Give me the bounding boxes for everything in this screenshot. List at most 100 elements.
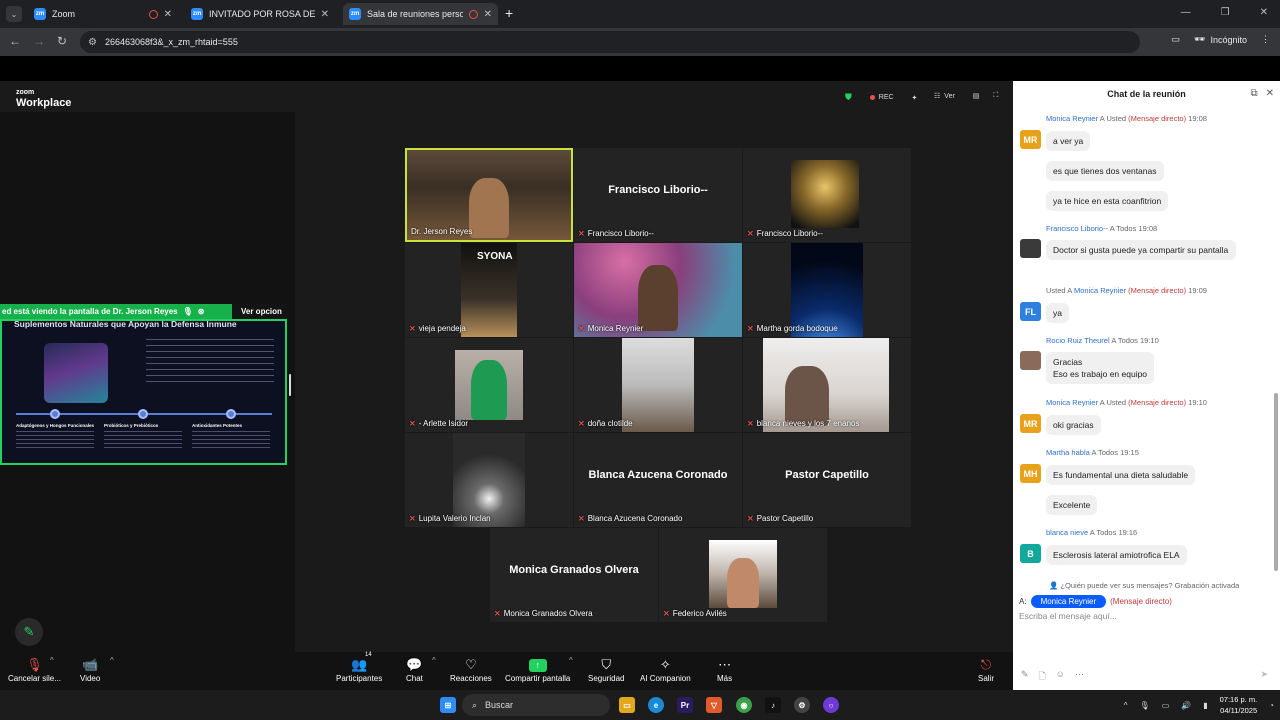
browser-tab-invitado[interactable]: zm INVITADO POR ROSA DE PAZ ✕ — [185, 3, 335, 25]
annotate-pencil-icon[interactable]: ✎ — [15, 618, 43, 646]
muted-mic-icon: ⨯ — [494, 609, 501, 618]
message-bubble: oki gracias — [1046, 415, 1101, 435]
browser-tab-sala[interactable]: zm Sala de reuniones personal ✕ — [343, 3, 498, 25]
chrome-browser-icon[interactable]: ◉ — [736, 697, 752, 713]
participant-tile[interactable]: SYONA ⨯ vieja pendeja — [405, 243, 573, 337]
address-bar[interactable]: ⚙ 266463068f3&_x_zm_rhtaid=555 — [80, 31, 1140, 53]
brave-browser-icon[interactable]: ▽ — [706, 697, 722, 713]
participant-tile[interactable]: ⨯ Francisco Liborio-- — [743, 148, 911, 242]
more-button[interactable]: ⋯ Más — [717, 656, 732, 683]
maximize-icon[interactable]: ❐ — [1221, 7, 1230, 18]
site-info-icon[interactable]: ⚙ — [88, 37, 97, 48]
app-icon[interactable]: ⚙ — [794, 697, 810, 713]
file-icon[interactable]: 🗋 — [1039, 669, 1046, 685]
sender-name[interactable]: Monica Reynier — [1046, 114, 1098, 123]
view-grid-icon[interactable]: ☷ — [934, 92, 940, 100]
share-screen-button[interactable]: ↑ Compartir pantalla — [505, 656, 570, 683]
send-icon[interactable]: ➤ — [1260, 669, 1268, 680]
incognito-profile[interactable]: 🕶 Incógnito — [1194, 34, 1247, 45]
participants-button[interactable]: 👥 14 Participantes — [336, 652, 382, 683]
chat-button[interactable]: 💬 Chat — [406, 656, 423, 683]
fullscreen-icon[interactable]: ⛶ — [993, 92, 998, 100]
reload-icon[interactable]: ↻ — [57, 35, 67, 47]
sender-name[interactable]: Monica Reynier — [1046, 398, 1098, 407]
participant-tile[interactable]: ⨯ blanca nieves y los 7 enanos — [743, 338, 911, 432]
tray-chevron-icon[interactable]: ^ — [1124, 701, 1128, 710]
microphone-icon[interactable]: 🎙 — [1140, 701, 1150, 710]
slide-paragraph — [146, 339, 274, 383]
participant-tile[interactable]: Monica Granados Olvera ⨯ Monica Granados … — [490, 528, 658, 622]
view-options-button[interactable]: Ver opcion — [232, 304, 288, 319]
new-tab-button[interactable]: + — [505, 6, 513, 20]
participant-tile[interactable]: ⨯ Federico Avilés — [659, 528, 827, 622]
recipient-name[interactable]: Monica Reynier — [1074, 286, 1126, 295]
rec-label[interactable]: REC — [879, 94, 894, 101]
taskbar-search[interactable]: ⌕ Buscar — [462, 694, 610, 716]
name-text: vieja pendeja — [418, 324, 466, 333]
participant-tile[interactable]: ⨯ doña clotilde — [574, 338, 742, 432]
muted-mic-icon: ⨯ — [409, 324, 416, 333]
close-tab-icon[interactable]: ✕ — [321, 9, 329, 20]
popout-icon[interactable]: ⧉ — [1250, 88, 1257, 99]
windows-start-icon[interactable]: ⊞ — [440, 697, 456, 713]
sender-name[interactable]: Francisco Liborio-- — [1046, 224, 1108, 233]
immersive-icon[interactable]: ▤ — [973, 92, 980, 100]
close-window-icon[interactable]: ✕ — [1260, 7, 1268, 18]
start-video-button[interactable]: 📹 Video — [80, 656, 100, 683]
leave-button[interactable]: ⎋ Salir — [978, 656, 994, 683]
panel-resize-handle[interactable] — [289, 374, 291, 396]
more-options-icon[interactable]: ⋯ — [1075, 669, 1084, 685]
sender-name[interactable]: Martha habla — [1046, 448, 1090, 457]
participant-tile[interactable]: Pastor Capetillo ⨯ Pastor Capetillo — [743, 433, 911, 527]
app-icon[interactable]: ○ — [823, 697, 839, 713]
video-options-chevron-icon[interactable]: ^ — [110, 656, 114, 665]
participant-tile[interactable]: Francisco Liborio-- ⨯ Francisco Liborio-- — [574, 148, 742, 242]
network-icon[interactable]: ▭ — [1162, 701, 1170, 710]
participant-tile[interactable]: ⨯ Monica Reynier — [574, 243, 742, 337]
video-feed — [791, 243, 863, 337]
emoji-icon[interactable]: ☺ — [1056, 669, 1065, 685]
close-tab-icon[interactable]: ✕ — [164, 9, 172, 20]
message-header: Francisco Liborio-- A Todos 19:08 — [1046, 224, 1157, 233]
who-can-see-notice[interactable]: 👤 ¿Quién puede ver sus mensajes? Grabaci… — [1049, 581, 1239, 590]
participant-tile[interactable]: Dr. Jerson Reyes — [405, 148, 573, 242]
menu-icon[interactable]: ⋮ — [1261, 34, 1270, 45]
taskbar-clock[interactable]: 07:16 p. m. 04/11/2025 — [1220, 694, 1258, 716]
forward-icon[interactable]: → — [33, 35, 45, 47]
security-button[interactable]: ⛉ Seguridad — [588, 656, 624, 683]
file-explorer-icon[interactable]: ▭ — [619, 697, 635, 713]
message-header: Monica Reynier A Usted (Mensaje directo)… — [1046, 114, 1207, 123]
participant-tile[interactable]: ⨯ Martha gorda bodoque — [743, 243, 911, 337]
ai-sparkle-icon[interactable]: ✦ — [912, 94, 918, 102]
volume-icon[interactable]: 🔊 — [1181, 701, 1191, 710]
minimize-icon[interactable]: — — [1181, 7, 1191, 18]
chat-scrollbar[interactable] — [1274, 393, 1278, 571]
back-icon[interactable]: ← — [9, 35, 21, 47]
sender-name[interactable]: blanca nieve — [1046, 528, 1088, 537]
participant-tile[interactable]: ⨯ Lupita Valerio Inclan — [405, 433, 573, 527]
share-options-chevron-icon[interactable]: ^ — [569, 656, 573, 665]
format-text-icon[interactable]: ✎ — [1021, 669, 1029, 685]
chat-message-input[interactable]: Escriba el mensaje aquí... — [1019, 611, 1117, 621]
edge-browser-icon[interactable]: e — [648, 697, 664, 713]
encryption-shield-icon[interactable]: ⛊ — [845, 92, 852, 103]
view-label[interactable]: Ver — [944, 93, 955, 100]
tiktok-icon[interactable]: ♪ — [765, 697, 781, 713]
close-tab-icon[interactable]: ✕ — [484, 9, 492, 20]
reading-mode-icon[interactable]: ▭ — [1172, 34, 1181, 45]
close-chat-icon[interactable]: ✕ — [1266, 88, 1274, 99]
browser-tab-zoom[interactable]: zm Zoom ✕ — [28, 3, 178, 25]
sender-name[interactable]: Rocio Ruiz Theurel — [1046, 336, 1110, 345]
ai-companion-button[interactable]: ✧ AI Companion — [640, 656, 691, 683]
shared-screen[interactable]: Suplementos Naturales que Apoyan la Defe… — [0, 319, 287, 465]
recipient-dropdown[interactable]: Monica Reynier — [1030, 595, 1107, 608]
chat-options-chevron-icon[interactable]: ^ — [432, 656, 436, 665]
battery-icon[interactable]: ▮ — [1203, 701, 1207, 710]
participant-tile[interactable]: Blanca Azucena Coronado ⨯ Blanca Azucena … — [574, 433, 742, 527]
premiere-icon[interactable]: Pr — [677, 697, 693, 713]
reactions-button[interactable]: ♡ Reacciones — [450, 656, 492, 683]
participant-tile[interactable]: ⨯ - Arlette Isidor — [405, 338, 573, 432]
notifications-icon[interactable]: ◔ — [1269, 701, 1274, 710]
audio-options-chevron-icon[interactable]: ^ — [50, 656, 54, 665]
tab-search-chevron-icon[interactable]: ⌄ — [6, 6, 22, 22]
